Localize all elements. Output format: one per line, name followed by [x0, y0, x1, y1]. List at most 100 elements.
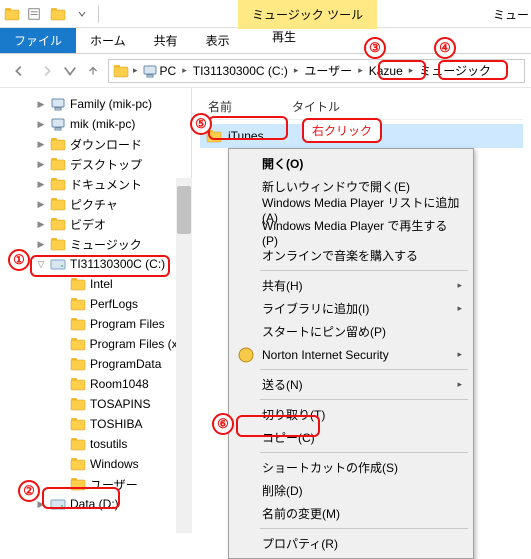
- chevron-right-icon[interactable]: ▸: [290, 65, 303, 76]
- folder-icon: [50, 136, 66, 152]
- drive-icon: [50, 256, 66, 272]
- title-music-partial: ミュー: [493, 6, 529, 23]
- ctx-send-to[interactable]: 送る(N)▸: [232, 373, 470, 396]
- tree-item[interactable]: ▶ミュージック: [0, 234, 191, 254]
- tree-item-label: Room1048: [90, 377, 149, 391]
- annotation-1: ①: [8, 249, 30, 271]
- qat-newfolder-icon[interactable]: [46, 2, 70, 26]
- tree-item[interactable]: Room1048: [0, 374, 191, 394]
- tree-item[interactable]: ▶mik (mik-pc): [0, 114, 191, 134]
- ctx-cut[interactable]: 切り取り(T): [232, 403, 470, 426]
- chevron-right-icon[interactable]: ▸: [178, 65, 191, 76]
- ctx-buy-online[interactable]: オンラインで音楽を購入する: [232, 244, 470, 267]
- folder-icon: [4, 6, 20, 22]
- qat-properties-icon[interactable]: [22, 2, 46, 26]
- titlebar-divider: [98, 5, 99, 23]
- qat-dropdown-icon[interactable]: [70, 2, 94, 26]
- annotation-2: ②: [18, 480, 40, 502]
- tree-item[interactable]: ProgramData: [0, 354, 191, 374]
- tree-item-label: ピクチャ: [70, 196, 118, 213]
- context-menu: 開く(O) 新しいウィンドウで開く(E) Windows Media Playe…: [228, 148, 474, 559]
- ctx-properties[interactable]: プロパティ(R): [232, 532, 470, 555]
- chevron-right-icon[interactable]: ▸: [129, 65, 142, 76]
- tree-item-label: tosutils: [90, 437, 127, 451]
- nav-back-button[interactable]: [6, 58, 32, 84]
- breadcrumb-users[interactable]: ユーザー: [302, 62, 354, 79]
- folder-icon: [50, 196, 66, 212]
- nav-forward-button[interactable]: [34, 58, 60, 84]
- nav-recent-dropdown[interactable]: [62, 58, 78, 84]
- tree-item[interactable]: Program Files (x86: [0, 334, 191, 354]
- ctx-create-shortcut[interactable]: ショートカットの作成(S): [232, 456, 470, 479]
- ctx-norton[interactable]: Norton Internet Security▸: [232, 343, 470, 366]
- folder-icon: [70, 476, 86, 492]
- tree-item[interactable]: ▶ドキュメント: [0, 174, 191, 194]
- expand-icon[interactable]: ▶: [36, 199, 46, 210]
- breadcrumb-kazue[interactable]: Kazue: [367, 64, 405, 78]
- tree-item-label: ProgramData: [90, 357, 161, 371]
- ctx-rename[interactable]: 名前の変更(M): [232, 502, 470, 525]
- pc-icon: [142, 63, 158, 79]
- tree-item[interactable]: Intel: [0, 274, 191, 294]
- navigation-tree[interactable]: ▶Family (mik-pc)▶mik (mik-pc)▶ダウンロード▶デスク…: [0, 88, 192, 533]
- ctx-delete[interactable]: 削除(D): [232, 479, 470, 502]
- tree-item[interactable]: tosutils: [0, 434, 191, 454]
- ctx-copy[interactable]: コピー(C): [232, 426, 470, 449]
- tab-play[interactable]: 再生: [258, 28, 310, 45]
- tree-item[interactable]: TOSHIBA: [0, 414, 191, 434]
- tree-item[interactable]: ▶ デスクトップ: [0, 154, 191, 174]
- scrollbar-thumb[interactable]: [177, 186, 191, 234]
- column-name[interactable]: 名前: [208, 98, 232, 115]
- annotation-5: ⑤: [190, 113, 212, 135]
- expand-icon[interactable]: ▽: [36, 259, 46, 270]
- drive-icon: [50, 496, 66, 512]
- breadcrumb-drive[interactable]: TI31130300C (C:): [191, 64, 290, 78]
- expand-icon[interactable]: ▶: [36, 239, 46, 250]
- tab-view[interactable]: 表示: [192, 28, 244, 53]
- breadcrumb[interactable]: ▸ PC ▸ TI31130300C (C:) ▸ ユーザー ▸ Kazue ▸…: [108, 59, 525, 83]
- tree-item-label: TI31130300C (C:): [70, 257, 165, 271]
- expand-icon[interactable]: ▶: [36, 139, 46, 150]
- folder-icon: [70, 456, 86, 472]
- ctx-share[interactable]: 共有(H)▸: [232, 274, 470, 297]
- folder-icon: [70, 336, 86, 352]
- tree-item[interactable]: ▶ ピクチャ: [0, 194, 191, 214]
- tab-file[interactable]: ファイル: [0, 28, 76, 53]
- nav-up-button[interactable]: [80, 58, 106, 84]
- column-title[interactable]: タイトル: [292, 98, 340, 115]
- expand-icon[interactable]: ▶: [36, 159, 46, 170]
- chevron-right-icon[interactable]: ▸: [405, 65, 418, 76]
- ctx-open[interactable]: 開く(O): [232, 152, 470, 175]
- tree-item[interactable]: TOSAPINS: [0, 394, 191, 414]
- expand-icon[interactable]: ▶: [36, 119, 46, 130]
- tree-item-label: Intel: [90, 277, 113, 291]
- music-tools-tab-header: ミュージック ツール: [238, 0, 377, 29]
- tree-item[interactable]: ▶ビデオ: [0, 214, 191, 234]
- expand-icon[interactable]: ▶: [36, 499, 46, 510]
- tree-scrollbar[interactable]: [176, 178, 192, 533]
- expand-icon[interactable]: ▶: [36, 219, 46, 230]
- breadcrumb-music[interactable]: ミュージック: [417, 62, 493, 79]
- chevron-right-icon: ▸: [457, 303, 462, 314]
- tab-share[interactable]: 共有: [140, 28, 192, 53]
- tree-item-label: TOSHIBA: [90, 417, 142, 431]
- chevron-right-icon: ▸: [457, 349, 462, 360]
- ctx-pin-start[interactable]: スタートにピン留め(P): [232, 320, 470, 343]
- breadcrumb-pc[interactable]: PC: [158, 64, 179, 78]
- tree-item[interactable]: Program Files: [0, 314, 191, 334]
- column-headers[interactable]: 名前 タイトル: [200, 94, 523, 120]
- tree-item[interactable]: ▶Family (mik-pc): [0, 94, 191, 114]
- tree-item[interactable]: Windows: [0, 454, 191, 474]
- ctx-separator: [260, 369, 468, 370]
- ctx-separator: [260, 452, 468, 453]
- expand-icon[interactable]: ▶: [36, 179, 46, 190]
- chevron-right-icon[interactable]: ▸: [354, 65, 367, 76]
- tree-item[interactable]: ▶ダウンロード: [0, 134, 191, 154]
- expand-icon[interactable]: ▶: [36, 99, 46, 110]
- tree-item-label: デスクトップ: [70, 156, 142, 173]
- tree-item-label: ユーザー: [90, 476, 138, 493]
- tab-home[interactable]: ホーム: [76, 28, 140, 53]
- ctx-add-library[interactable]: ライブラリに追加(I)▸: [232, 297, 470, 320]
- tree-item[interactable]: PerfLogs: [0, 294, 191, 314]
- ctx-wmp-play[interactable]: Windows Media Player で再生する(P): [232, 221, 470, 244]
